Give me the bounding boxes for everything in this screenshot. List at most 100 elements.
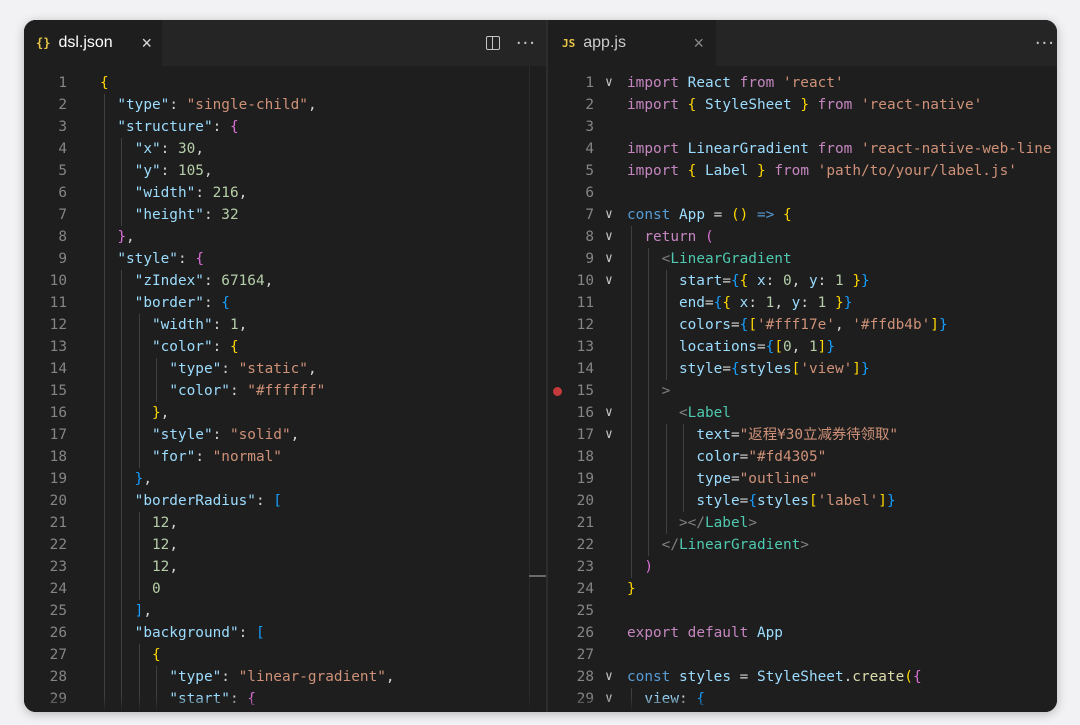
code-line[interactable]: 18 color="#fd4305" xyxy=(548,446,1057,468)
code-line[interactable]: 10 "zIndex": 67164, xyxy=(24,270,546,292)
line-number: 6 xyxy=(58,185,67,201)
code-line[interactable]: 22 12, xyxy=(24,534,546,556)
code-text: ], xyxy=(134,603,152,619)
code-line[interactable]: 17 "style": "solid", xyxy=(24,424,546,446)
chevron-down-icon[interactable]: ∨ xyxy=(605,204,619,226)
close-icon[interactable]: × xyxy=(141,33,152,54)
code-line[interactable]: 20 style={styles['label']} xyxy=(548,490,1057,512)
chevron-down-icon[interactable]: ∨ xyxy=(605,666,619,688)
code-line[interactable]: 9 "style": { xyxy=(24,248,546,270)
code-text: { xyxy=(151,647,161,663)
code-line[interactable]: 24} xyxy=(548,578,1057,600)
code-line[interactable]: 26 export default App xyxy=(548,622,1057,644)
code-line[interactable]: 27 xyxy=(548,644,1057,666)
code-line[interactable]: 13 locations={[0, 1]} xyxy=(548,336,1057,358)
line-number: 8 xyxy=(585,229,594,245)
code-line[interactable]: 8 }, xyxy=(24,226,546,248)
code-text: "type": "static", xyxy=(169,361,317,377)
code-text: "height": 32 xyxy=(134,207,239,223)
code-line[interactable]: 22 </LinearGradient> xyxy=(548,534,1057,556)
close-icon[interactable]: × xyxy=(693,33,704,54)
code-area[interactable]: 1{2 "type": "single-child", 3 "structure"… xyxy=(24,66,546,712)
more-actions-icon[interactable]: ··· xyxy=(516,33,536,54)
code-line[interactable]: 20 "borderRadius": [ xyxy=(24,490,546,512)
code-text: const App = () => { xyxy=(627,207,792,223)
code-line[interactable]: 17 ∨ text="返程¥30立减券待领取" xyxy=(548,424,1057,446)
code-line[interactable]: 12 "width": 1, xyxy=(24,314,546,336)
line-number: 26 xyxy=(49,625,67,641)
code-line[interactable]: 7 "height": 32 xyxy=(24,204,546,226)
code-line[interactable]: 14 "type": "static", xyxy=(24,358,546,380)
code-line[interactable]: 27 { xyxy=(24,644,546,666)
code-line[interactable]: 3 "structure": { xyxy=(24,116,546,138)
code-line[interactable]: 7 ∨ const App = () => { xyxy=(548,204,1057,226)
line-number: 23 xyxy=(49,559,67,575)
chevron-down-icon[interactable]: ∨ xyxy=(605,270,619,292)
chevron-down-icon[interactable]: ∨ xyxy=(605,226,619,248)
line-number: 4 xyxy=(585,141,594,157)
code-text: text="返程¥30立减券待领取" xyxy=(696,427,899,443)
line-number: 6 xyxy=(585,185,594,201)
code-line[interactable]: 11 end={{ x: 1, y: 1 }} xyxy=(548,292,1057,314)
more-actions-icon[interactable]: ··· xyxy=(1035,33,1055,54)
code-line[interactable]: 6 xyxy=(548,182,1057,204)
code-line[interactable]: 11 "border": { xyxy=(24,292,546,314)
line-number: 28 xyxy=(49,669,67,685)
line-number: 19 xyxy=(49,471,67,487)
code-line[interactable]: 16 ∨ <Label xyxy=(548,402,1057,424)
code-line[interactable]: 8 ∨ return ( xyxy=(548,226,1057,248)
code-line[interactable]: 19 }, xyxy=(24,468,546,490)
code-line[interactable]: 2 "type": "single-child", xyxy=(24,94,546,116)
chevron-down-icon[interactable]: ∨ xyxy=(605,72,619,94)
scrollbar-track[interactable] xyxy=(529,66,530,712)
breakpoint-icon[interactable] xyxy=(553,387,562,396)
code-area[interactable]: 1 ∨ import React from 'react' 2 import { Sty… xyxy=(548,66,1057,712)
line-number: 18 xyxy=(49,449,67,465)
code-line[interactable]: 18 "for": "normal" xyxy=(24,446,546,468)
line-number: 7 xyxy=(58,207,67,223)
code-line[interactable]: 26 "background": [ xyxy=(24,622,546,644)
code-line[interactable]: 25 ], xyxy=(24,600,546,622)
code-line[interactable]: 23 ) xyxy=(548,556,1057,578)
code-line[interactable]: 23 12, xyxy=(24,556,546,578)
code-line[interactable]: 24 0 xyxy=(24,578,546,600)
code-line[interactable]: 12 colors={['#fff17e', '#ffdb4b']} xyxy=(548,314,1057,336)
line-number: 1 xyxy=(585,75,594,91)
code-line[interactable]: 15 "color": "#ffffff" xyxy=(24,380,546,402)
code-line[interactable]: 15 > xyxy=(548,380,1057,402)
code-line[interactable]: 2 import { StyleSheet } from 'react-nativ… xyxy=(548,94,1057,116)
code-line[interactable]: 19 type="outline" xyxy=(548,468,1057,490)
line-number: 23 xyxy=(576,559,594,575)
code-line[interactable]: 1 ∨ import React from 'react' xyxy=(548,72,1057,94)
scrollbar-marker[interactable] xyxy=(529,575,546,577)
code-line[interactable]: 10 ∨ start={{ x: 0, y: 1 }} xyxy=(548,270,1057,292)
line-number: 3 xyxy=(58,119,67,135)
code-line[interactable]: 4 import LinearGradient from 'react-nativ… xyxy=(548,138,1057,160)
code-line[interactable]: 4 "x": 30, xyxy=(24,138,546,160)
code-line[interactable]: 16 }, xyxy=(24,402,546,424)
code-line[interactable]: 21 ></Label> xyxy=(548,512,1057,534)
chevron-down-icon[interactable]: ∨ xyxy=(605,248,619,270)
line-number: 9 xyxy=(58,251,67,267)
line-number: 27 xyxy=(49,647,67,663)
code-line[interactable]: 1{ xyxy=(24,72,546,94)
tab-app-js[interactable]: JS app.js × xyxy=(548,20,716,66)
code-line[interactable]: 14 style={styles['view']} xyxy=(548,358,1057,380)
code-text: "type": "single-child", xyxy=(117,97,317,113)
code-line[interactable]: 28 "type": "linear-gradient", xyxy=(24,666,546,688)
code-line[interactable]: 3 xyxy=(548,116,1057,138)
code-line[interactable]: 5 import { Label } from 'path/to/your/lab… xyxy=(548,160,1057,182)
code-line[interactable]: 25 xyxy=(548,600,1057,622)
split-editor-icon[interactable] xyxy=(485,36,500,50)
code-line[interactable]: 9 ∨ <LinearGradient xyxy=(548,248,1057,270)
code-line[interactable]: 28 ∨ const styles = StyleSheet.create({ xyxy=(548,666,1057,688)
code-line[interactable]: 6 "width": 216, xyxy=(24,182,546,204)
tab-dsl-json[interactable]: {} dsl.json × xyxy=(24,20,162,66)
code-text: start={{ x: 0, y: 1 }} xyxy=(678,273,870,289)
code-line[interactable]: 13 "color": { xyxy=(24,336,546,358)
chevron-down-icon[interactable]: ∨ xyxy=(605,402,619,424)
code-line[interactable]: 21 12, xyxy=(24,512,546,534)
code-line[interactable]: 5 "y": 105, xyxy=(24,160,546,182)
line-number: 7 xyxy=(585,207,594,223)
chevron-down-icon[interactable]: ∨ xyxy=(605,424,619,446)
